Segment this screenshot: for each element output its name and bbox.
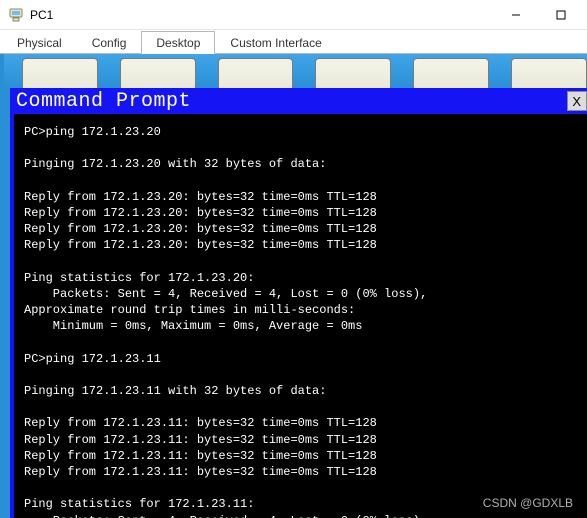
tab-physical[interactable]: Physical [2,31,77,54]
close-icon: X [572,94,581,109]
tab-label: Desktop [156,36,200,50]
window-title: PC1 [30,8,53,22]
tab-custom-interface[interactable]: Custom Interface [215,31,336,54]
pc-icon [8,7,24,23]
tab-config[interactable]: Config [77,31,142,54]
command-prompt-close-button[interactable]: X [567,91,587,111]
dock-app-icon[interactable] [413,58,489,88]
desktop-dock [22,58,587,88]
tab-desktop[interactable]: Desktop [141,31,215,54]
dock-app-icon[interactable] [511,58,587,88]
dock-app-icon[interactable] [120,58,196,88]
watermark: CSDN @GDXLB [483,496,573,510]
minimize-button[interactable] [493,1,538,29]
tab-label: Config [92,36,127,50]
dock-app-icon[interactable] [218,58,294,88]
tab-label: Custom Interface [230,36,321,50]
desktop-background [0,54,587,88]
maximize-button[interactable] [538,1,583,29]
tab-label: Physical [17,36,62,50]
desktop-left-border [0,54,10,518]
command-prompt-window: Command Prompt X PC>ping 172.1.23.20 Pin… [10,88,587,518]
dock-app-icon[interactable] [22,58,98,88]
window-titlebar: PC1 [0,0,587,30]
dock-app-icon[interactable] [315,58,391,88]
command-prompt-titlebar[interactable]: Command Prompt X [10,88,587,114]
command-prompt-output[interactable]: PC>ping 172.1.23.20 Pinging 172.1.23.20 … [10,114,587,518]
command-prompt-title: Command Prompt [16,90,191,113]
tab-strip: Physical Config Desktop Custom Interface [0,30,587,54]
